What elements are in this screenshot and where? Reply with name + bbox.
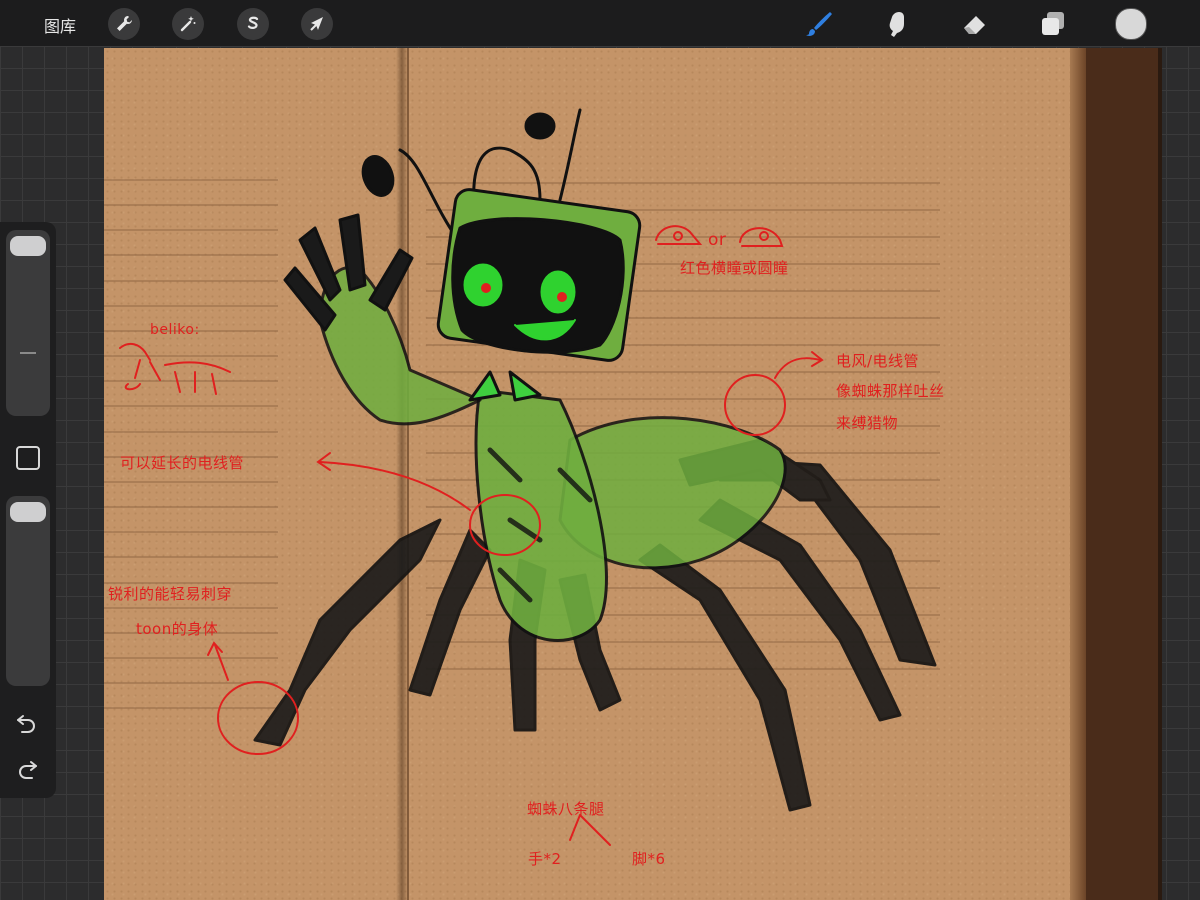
- drawing-layer: [104, 48, 940, 900]
- actions-button[interactable]: [108, 8, 140, 40]
- brush-size-thumb[interactable]: [10, 236, 46, 256]
- wrench-icon: [117, 16, 132, 31]
- modify-button[interactable]: [16, 446, 40, 470]
- note-sharp-line1: 锐利的能轻易刺穿: [108, 585, 233, 603]
- brush-tool-button[interactable]: [804, 9, 834, 39]
- gallery-button[interactable]: 图库: [44, 13, 76, 37]
- redo-button[interactable]: [14, 758, 40, 780]
- selection-button[interactable]: [237, 8, 269, 40]
- spider-tv-character-illustration: [253, 108, 937, 812]
- magic-wand-icon: [180, 16, 196, 32]
- adjustments-button[interactable]: [172, 8, 204, 40]
- opacity-thumb[interactable]: [10, 502, 46, 522]
- redo-icon: [19, 761, 37, 779]
- note-hands-count: 手*2: [528, 850, 562, 868]
- selection-s-icon: [247, 16, 259, 29]
- note-extendable-wire: 可以延长的电线管: [120, 454, 245, 472]
- top-toolbar: 图库: [0, 0, 1200, 46]
- transform-button[interactable]: [301, 8, 333, 40]
- color-picker-swatch[interactable]: [1115, 8, 1147, 40]
- brush-size-slider[interactable]: [6, 230, 50, 416]
- note-wire-line2: 像蜘蛛那样吐丝: [836, 382, 945, 400]
- undo-icon: [17, 715, 35, 733]
- note-feet-count: 脚*6: [632, 850, 666, 868]
- note-legs-title: 蜘蛛八条腿: [527, 800, 605, 818]
- left-sidebar: [0, 222, 56, 798]
- brush-icon: [806, 12, 832, 36]
- eraser-tool-button[interactable]: [960, 9, 990, 39]
- note-beliko: beliko:: [150, 322, 200, 338]
- undo-button[interactable]: [14, 712, 40, 734]
- slider-midpoint-mark: [20, 352, 36, 354]
- note-wire-line1: 电风/电线管: [836, 352, 920, 370]
- layers-button[interactable]: [1038, 9, 1068, 39]
- smudge-finger-icon: [889, 12, 904, 37]
- note-eyes-or: or: [708, 230, 727, 250]
- arrow-cursor-icon: [310, 17, 323, 31]
- note-sharp-line2: toon的身体: [136, 620, 219, 638]
- smudge-tool-button[interactable]: [882, 9, 912, 39]
- opacity-slider[interactable]: [6, 496, 50, 686]
- eraser-icon: [964, 16, 985, 34]
- note-eyes-caption: 红色横瞳或圆瞳: [680, 259, 789, 277]
- layers-icon: [1042, 12, 1064, 35]
- note-wire-line3: 来缚猎物: [836, 414, 899, 432]
